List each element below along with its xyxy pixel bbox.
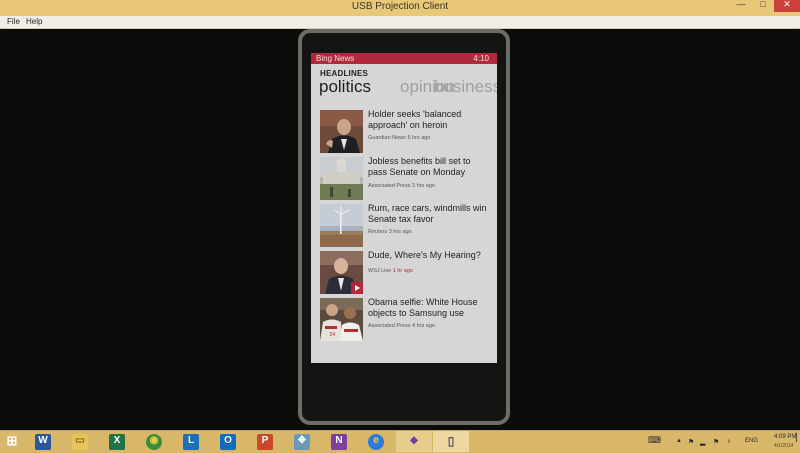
internet-explorer-button[interactable]: e [368, 434, 384, 450]
news-meta: Associated Press 4 hrs ago [368, 323, 435, 329]
input-language[interactable]: ENG [745, 438, 758, 444]
outlook-icon: O [224, 435, 232, 446]
powerpoint-button[interactable]: P [257, 434, 273, 450]
phone-clock: 4:10 [473, 54, 489, 63]
news-item[interactable]: Dude, Where's My Hearing? WSJ Live 1 hr … [320, 250, 492, 295]
phone-projection-icon: ▯ [447, 434, 455, 448]
news-meta: Reuters 3 hrs ago [368, 229, 412, 235]
close-icon: ✕ [783, 0, 791, 9]
word-button[interactable]: W [35, 434, 51, 450]
maximize-button[interactable]: □ [752, 0, 774, 12]
news-thumbnail [320, 204, 363, 247]
powerpoint-icon: P [261, 435, 269, 446]
minimize-icon: — [736, 0, 746, 9]
onenote-icon: N [335, 435, 343, 446]
news-headline: Holder seeks 'balanced approach' on hero… [368, 109, 462, 130]
news-headline: Dude, Where's My Hearing? [368, 250, 481, 260]
news-age: 3 hrs ago [388, 229, 412, 235]
news-source: Associated Press [368, 323, 411, 329]
app-header-bar: Bing News 4:10 [311, 53, 497, 64]
network-icon[interactable]: ▂ [700, 438, 705, 446]
phone-screen[interactable]: Bing News 4:10 HEADLINES politics opinio… [311, 53, 497, 363]
show-desktop-button[interactable]: ▏ [796, 433, 800, 442]
excel-icon: X [113, 435, 121, 446]
news-meta: Guardian News 5 hrs ago [368, 135, 430, 141]
touch-keyboard-icon[interactable]: ⌨ [648, 435, 661, 446]
news-age: 3 hrs ago [412, 183, 435, 189]
close-button[interactable]: ✕ [774, 0, 800, 12]
jersey-number: 34 [329, 332, 335, 338]
chrome-icon: ◉ [149, 435, 159, 446]
news-age: 4 hrs ago [412, 323, 435, 329]
file-explorer-icon: ▭ [75, 435, 85, 446]
news-item[interactable]: Rum, race cars, windmills win Senate tax… [320, 203, 492, 248]
news-source: Guardian News [368, 135, 406, 141]
clock-time[interactable]: 4:09 PM [774, 434, 796, 440]
excel-button[interactable]: X [109, 434, 125, 450]
window-title: USB Projection Client [351, 1, 449, 12]
chrome-button[interactable]: ◉ [146, 434, 162, 450]
menu-file[interactable]: File [7, 17, 20, 26]
start-button[interactable]: ⊞ [4, 433, 20, 450]
news-thumbnail [320, 110, 363, 153]
minimize-button[interactable]: — [730, 0, 752, 12]
news-headline: Rum, race cars, windmills win Senate tax… [368, 203, 487, 224]
news-thumbnail: 34 [320, 298, 363, 341]
clock-date[interactable]: 4/1/2014 [774, 443, 793, 449]
news-source: Associated Press [368, 183, 411, 189]
windows-logo-icon: ⊞ [6, 433, 18, 448]
app-name: Bing News [316, 54, 355, 63]
hub-app-button[interactable]: ✥ [294, 434, 310, 450]
pivot-politics[interactable]: politics [319, 77, 371, 97]
news-item[interactable]: Holder seeks 'balanced approach' on hero… [320, 109, 492, 154]
taskbar: ⊞ W ▭ X ◉ L O P ✥ N e ◆ ▯ ⌨ ▲ ⚑ ▂ ⚑ ♪ EN… [0, 430, 800, 453]
news-source: WSJ Live [368, 268, 392, 274]
news-thumbnail [320, 251, 363, 294]
pivot-business[interactable]: business [434, 77, 497, 97]
news-item[interactable]: 34 Obama selfie: White House objects to … [320, 297, 492, 342]
power-icon[interactable]: ⚑ [713, 438, 719, 446]
volume-icon[interactable]: ♪ [727, 438, 731, 445]
internet-explorer-icon: e [373, 435, 379, 446]
hub-app-icon: ✥ [297, 435, 307, 446]
news-headline: Jobless benefits bill set to pass Senate… [368, 156, 471, 177]
window-title-bar[interactable]: USB Projection Client — □ ✕ [0, 0, 800, 16]
usb-projection-button[interactable]: ▯ [433, 431, 469, 452]
word-icon: W [38, 435, 48, 446]
onenote-button[interactable]: N [331, 434, 347, 450]
lync-button[interactable]: L [183, 434, 199, 450]
maximize-icon: □ [760, 0, 766, 9]
news-item[interactable]: Jobless benefits bill set to pass Senate… [320, 156, 492, 201]
news-age: 5 hrs ago [407, 135, 431, 141]
show-hidden-icons-icon[interactable]: ▲ [676, 438, 682, 444]
file-explorer-button[interactable]: ▭ [72, 434, 88, 450]
outlook-button[interactable]: O [220, 434, 236, 450]
action-center-icon[interactable]: ⚑ [688, 438, 694, 446]
news-thumbnail [320, 157, 363, 200]
visual-studio-button[interactable]: ◆ [396, 431, 432, 452]
menu-bar: File Help [0, 16, 800, 29]
news-meta: Associated Press 3 hrs ago [368, 183, 435, 189]
menu-help[interactable]: Help [26, 17, 42, 26]
news-headline: Obama selfie: White House objects to Sam… [368, 297, 478, 318]
news-source: Reuters [368, 229, 388, 235]
news-age: 1 hr ago [392, 268, 413, 274]
lync-icon: L [187, 435, 195, 446]
visual-studio-icon: ◆ [410, 435, 418, 446]
news-meta: WSJ Live 1 hr ago [368, 268, 413, 274]
